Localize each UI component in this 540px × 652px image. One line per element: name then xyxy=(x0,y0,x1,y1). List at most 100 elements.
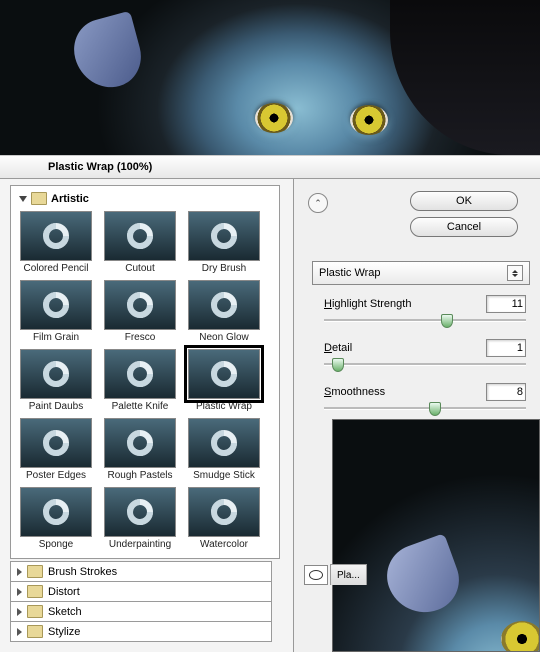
thumb-preview xyxy=(104,211,176,261)
thumb-preview xyxy=(20,280,92,330)
slider-label: Highlight Strength xyxy=(324,298,411,310)
filter-gallery-panel: Artistic Colored Pencil Cutout Dry Brush Fi… xyxy=(0,179,294,652)
thumb-preview xyxy=(20,349,92,399)
thumb-label: Watercolor xyxy=(185,539,263,550)
highlight-strength-input[interactable] xyxy=(486,295,526,313)
category-distort[interactable]: Distort xyxy=(10,582,272,602)
thumb-label: Fresco xyxy=(101,332,179,343)
category-label: Stylize xyxy=(48,626,80,638)
category-stylize[interactable]: Stylize xyxy=(10,622,272,642)
slider-handle[interactable] xyxy=(441,314,453,328)
thumbnail-grid: Colored Pencil Cutout Dry Brush Film Grain F… xyxy=(15,207,275,554)
thumb-preview xyxy=(188,418,260,468)
thumb-plastic-wrap[interactable]: Plastic Wrap xyxy=(185,349,263,412)
category-sketch[interactable]: Sketch xyxy=(10,602,272,622)
thumb-preview xyxy=(104,280,176,330)
disclosure-right-icon xyxy=(17,568,22,576)
slider-handle[interactable] xyxy=(429,402,441,416)
folder-icon xyxy=(31,192,47,205)
settings-panel: ⌃ OK Cancel Plastic Wrap Highlight Stren… xyxy=(294,179,540,652)
thumb-label: Film Grain xyxy=(17,332,95,343)
closed-categories: Brush Strokes Distort Sketch Stylize xyxy=(10,561,272,642)
disclosure-down-icon xyxy=(19,196,27,202)
eye-right xyxy=(350,105,388,135)
filter-dropdown-value: Plastic Wrap xyxy=(319,267,381,279)
category-label: Brush Strokes xyxy=(48,566,117,578)
eye-region xyxy=(501,621,540,652)
slider-track[interactable] xyxy=(324,407,526,409)
thumb-sponge[interactable]: Sponge xyxy=(17,487,95,550)
smoothness-input[interactable] xyxy=(486,383,526,401)
visibility-eye-icon[interactable] xyxy=(304,565,328,585)
folder-icon xyxy=(27,585,43,598)
thumb-neon-glow[interactable]: Neon Glow xyxy=(185,280,263,343)
thumb-rough-pastels[interactable]: Rough Pastels xyxy=(101,418,179,481)
slider-handle[interactable] xyxy=(332,358,344,372)
thumb-preview xyxy=(104,487,176,537)
filter-dropdown[interactable]: Plastic Wrap xyxy=(312,261,530,285)
thumb-preview xyxy=(188,487,260,537)
disclosure-right-icon xyxy=(17,628,22,636)
thumb-smudge-stick[interactable]: Smudge Stick xyxy=(185,418,263,481)
thumb-colored-pencil[interactable]: Colored Pencil xyxy=(17,211,95,274)
ear-region xyxy=(67,11,148,95)
thumb-label: Neon Glow xyxy=(185,332,263,343)
slider-label: Detail xyxy=(324,342,352,354)
thumb-label: Dry Brush xyxy=(185,263,263,274)
thumb-poster-edges[interactable]: Poster Edges xyxy=(17,418,95,481)
thumb-preview xyxy=(188,211,260,261)
thumb-label: Poster Edges xyxy=(17,470,95,481)
slider-label: Smoothness xyxy=(324,386,385,398)
dialog-title: Plastic Wrap (100%) xyxy=(48,161,152,173)
thumb-underpainting[interactable]: Underpainting xyxy=(101,487,179,550)
thumb-watercolor[interactable]: Watercolor xyxy=(185,487,263,550)
thumb-label: Plastic Wrap xyxy=(185,401,263,412)
slider-track[interactable] xyxy=(324,319,526,321)
folder-icon xyxy=(27,565,43,578)
collapse-chevron-icon[interactable]: ⌃ xyxy=(308,193,328,213)
dialog-titlebar: Plastic Wrap (100%) xyxy=(0,155,540,179)
effect-tab[interactable]: Pla... xyxy=(330,564,367,585)
gallery-box: Artistic Colored Pencil Cutout Dry Brush Fi… xyxy=(10,185,280,559)
thumb-paint-daubs[interactable]: Paint Daubs xyxy=(17,349,95,412)
thumb-preview xyxy=(20,487,92,537)
thumb-palette-knife[interactable]: Palette Knife xyxy=(101,349,179,412)
thumb-preview xyxy=(104,349,176,399)
thumb-film-grain[interactable]: Film Grain xyxy=(17,280,95,343)
folder-icon xyxy=(27,625,43,638)
thumb-cutout[interactable]: Cutout xyxy=(101,211,179,274)
slider-highlight-strength: Highlight Strength xyxy=(324,295,526,321)
thumb-preview xyxy=(188,280,260,330)
thumb-label: Cutout xyxy=(101,263,179,274)
thumb-dry-brush[interactable]: Dry Brush xyxy=(185,211,263,274)
thumb-label: Sponge xyxy=(17,539,95,550)
thumb-label: Smudge Stick xyxy=(185,470,263,481)
disclosure-right-icon xyxy=(17,588,22,596)
eye-left xyxy=(255,103,293,133)
thumb-preview xyxy=(104,418,176,468)
folder-icon xyxy=(27,605,43,618)
slider-detail: Detail xyxy=(324,339,526,365)
cancel-button[interactable]: Cancel xyxy=(410,217,518,237)
ok-button[interactable]: OK xyxy=(410,191,518,211)
thumb-preview xyxy=(20,211,92,261)
category-header-artistic[interactable]: Artistic xyxy=(15,190,275,207)
thumb-label: Palette Knife xyxy=(101,401,179,412)
effect-layer-tabs: Pla... xyxy=(304,564,367,585)
category-brush-strokes[interactable]: Brush Strokes xyxy=(10,561,272,582)
thumb-label: Rough Pastels xyxy=(101,470,179,481)
dropdown-stepper-icon xyxy=(507,265,523,281)
preview-overlay xyxy=(332,419,540,652)
thumb-preview xyxy=(20,418,92,468)
detail-input[interactable] xyxy=(486,339,526,357)
category-label: Sketch xyxy=(48,606,82,618)
hair-region xyxy=(390,0,540,155)
slider-smoothness: Smoothness xyxy=(324,383,526,409)
ear-region xyxy=(378,533,468,623)
slider-track[interactable] xyxy=(324,363,526,365)
document-canvas xyxy=(0,0,540,155)
disclosure-right-icon xyxy=(17,608,22,616)
category-label: Distort xyxy=(48,586,80,598)
thumb-preview xyxy=(188,349,260,399)
thumb-fresco[interactable]: Fresco xyxy=(101,280,179,343)
